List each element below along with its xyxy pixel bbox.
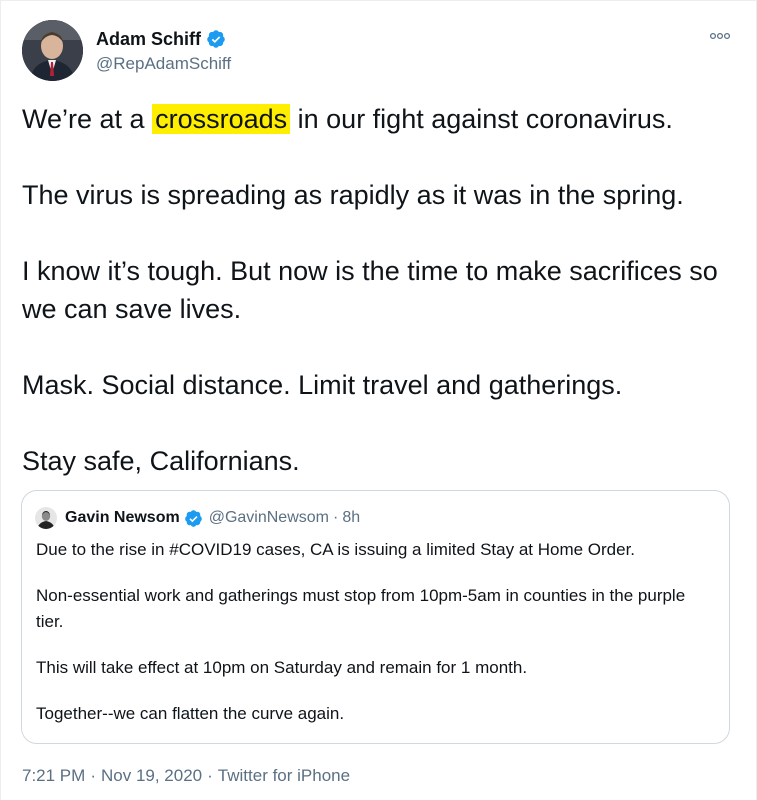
- tweet-text: We’re at a crossroads in our fight again…: [22, 100, 737, 480]
- author-avatar[interactable]: [22, 20, 83, 81]
- separator-dot: ·: [90, 766, 96, 785]
- author-name[interactable]: Adam Schiff: [96, 29, 201, 50]
- quoted-tweet-header: Gavin Newsom @GavinNewsom · 8h: [35, 507, 360, 529]
- highlighted-word: crossroads: [152, 104, 291, 134]
- tweet-text-after-highlight: in our fight against coronavirus.: [297, 104, 673, 134]
- tweet-source-link[interactable]: Twitter for iPhone: [218, 766, 350, 786]
- quoted-paragraph: Due to the rise in #COVID19 cases, CA is…: [36, 540, 636, 559]
- tweet-paragraph: We’re at a crossroads in our fight again…: [22, 100, 737, 138]
- quoted-author-avatar[interactable]: [35, 507, 57, 529]
- tweet-time[interactable]: 7:21 PM: [22, 766, 85, 786]
- author-name-row: Adam Schiff: [96, 28, 226, 50]
- quoted-tweet[interactable]: Gavin Newsom @GavinNewsom · 8h Due to th…: [21, 490, 730, 744]
- avatar-photo: [22, 20, 83, 81]
- quoted-tweet-text: Due to the rise in #COVID19 cases, CA is…: [36, 537, 716, 727]
- tweet-date[interactable]: Nov 19, 2020: [101, 766, 202, 786]
- tweet-paragraph: I know it’s tough. But now is the time t…: [22, 256, 718, 324]
- tweet-header: Adam Schiff @RepAdamSchiff: [22, 20, 737, 82]
- tweet-text-before-highlight: We’re at a: [22, 104, 145, 134]
- quoted-author-name: Gavin Newsom: [65, 509, 180, 526]
- quoted-paragraph: Non-essential work and gatherings must s…: [36, 586, 686, 631]
- tweet-paragraph: Mask. Social distance. Limit travel and …: [22, 370, 623, 400]
- separator-dot: ·: [332, 509, 339, 526]
- quoted-paragraph: Together--we can flatten the curve again…: [36, 704, 345, 723]
- quoted-avatar-photo: [35, 507, 57, 529]
- more-options-icon[interactable]: [709, 28, 731, 44]
- tweet-card: Adam Schiff @RepAdamSchiff We’re at a cr…: [0, 0, 757, 800]
- separator-dot: ·: [207, 766, 213, 785]
- tweet-paragraph: The virus is spreading as rapidly as it …: [22, 180, 684, 210]
- author-handle[interactable]: @RepAdamSchiff: [96, 54, 231, 74]
- verified-badge-icon: [184, 509, 202, 527]
- quoted-author-handle: @GavinNewsom: [208, 509, 329, 526]
- tweet-meta: 7:21 PM · Nov 19, 2020 · Twitter for iPh…: [22, 766, 350, 786]
- verified-badge-icon: [207, 30, 225, 48]
- quoted-timestamp: 8h: [342, 509, 361, 526]
- tweet-paragraph: Stay safe, Californians.: [22, 446, 300, 476]
- quoted-paragraph: This will take effect at 10pm on Saturda…: [36, 658, 528, 677]
